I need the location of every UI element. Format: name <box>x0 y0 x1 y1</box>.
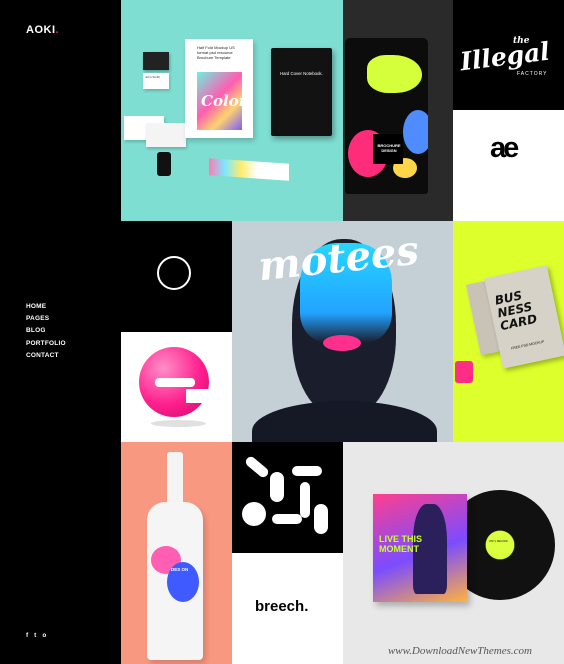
notebook-text: Hard Cover Notebook. <box>280 71 323 76</box>
business-card-white-2 <box>146 123 186 147</box>
ae-logo-text: ae <box>490 132 519 164</box>
tile-ae-logo[interactable]: ae <box>453 110 564 221</box>
pink-e-cut <box>186 389 212 403</box>
instagram-icon[interactable]: o <box>42 632 46 639</box>
business-card-back: John Smith <box>143 73 169 89</box>
tile-brochure-mockup[interactable]: John Smith Half Fold Mockup US format ps… <box>121 0 343 221</box>
brand-name: AOKI <box>26 24 56 36</box>
breech-wordmark: breech. <box>255 598 309 615</box>
business-card-title: BUS NESS CARD <box>493 288 539 334</box>
pattern-pill-6 <box>272 514 302 524</box>
pouch-label-text: BROCHURE DESIGN <box>377 143 401 153</box>
business-card-front <box>143 52 169 70</box>
business-card-name: John Smith <box>145 75 161 79</box>
portfolio-page: AOKI. HOME PAGES BLOG PORTFOLIO CONTACT … <box>0 0 564 664</box>
pattern-pill-2 <box>270 472 284 502</box>
tile-black-pattern[interactable] <box>232 442 343 553</box>
facebook-icon[interactable]: f <box>26 632 28 639</box>
tile-circle-ring[interactable] <box>121 221 232 332</box>
tile-business-card[interactable]: BUS NESS CARD FREE PSD MOCKUP <box>453 221 564 442</box>
nav-item-blog[interactable]: BLOG <box>26 325 66 337</box>
motees-title: motees <box>255 226 421 291</box>
bottle-body: DES ON <box>147 502 203 660</box>
portrait-lips <box>323 335 361 351</box>
portrait-shoulders <box>252 401 437 442</box>
tile-illegal-factory[interactable]: the Illegal FACTORY <box>453 0 564 110</box>
tile-breech[interactable]: breech. <box>232 553 343 664</box>
business-card-sheet: BUS NESS CARD FREE PSD MOCKUP <box>484 265 564 369</box>
illegal-subtitle: FACTORY <box>517 71 548 77</box>
notebook: Hard Cover Notebook. <box>271 48 332 136</box>
pouch-lime-blob <box>367 55 422 93</box>
nav-item-contact[interactable]: CONTACT <box>26 350 66 362</box>
bottle-label: DES ON <box>171 567 189 572</box>
pouch-blue-blob <box>403 110 428 154</box>
tile-pink-e[interactable] <box>121 332 232 442</box>
ring-shape <box>157 256 191 290</box>
pouch: BROCHURE DESIGN <box>345 38 428 194</box>
tile-pouch-mockup[interactable]: BROCHURE DESIGN <box>343 0 453 221</box>
album-cover: LIVE THIS MOMENT <box>373 494 467 602</box>
nav-item-portfolio[interactable]: PORTFOLIO <box>26 338 66 350</box>
tile-vinyl[interactable]: VINYL RECORD LIVE THIS MOMENT www.Downlo… <box>343 442 564 664</box>
watermark: www.DownloadNewThemes.com <box>387 645 532 657</box>
tile-bottle[interactable]: DES ON <box>121 442 232 664</box>
pattern-pill-3 <box>292 466 322 476</box>
pink-e-shadow <box>151 420 206 427</box>
social-links: f t o <box>26 632 46 639</box>
pink-binder-clip <box>455 361 473 383</box>
colour-strip <box>209 158 289 181</box>
vinyl-label-text: VINYL RECORD <box>489 540 508 543</box>
tile-motees-portrait[interactable]: motees <box>232 221 453 442</box>
pouch-label: BROCHURE DESIGN <box>373 134 403 164</box>
business-card-sub: FREE PSD MOCKUP <box>510 339 545 351</box>
pamphlet-text: Half Fold Mockup US format psd resource … <box>197 45 235 60</box>
nav-item-home[interactable]: HOME <box>26 301 66 313</box>
brochure-pamphlet: Half Fold Mockup US format psd resource … <box>185 39 253 138</box>
sidebar: AOKI. HOME PAGES BLOG PORTFOLIO CONTACT … <box>0 0 121 664</box>
pattern-pill-4 <box>300 482 310 518</box>
binder-clip <box>157 152 171 176</box>
pattern-pill-7 <box>314 504 328 534</box>
pamphlet-title: Color <box>201 92 247 110</box>
nav-item-pages[interactable]: PAGES <box>26 313 66 325</box>
main-nav: HOME PAGES BLOG PORTFOLIO CONTACT <box>26 301 66 362</box>
album-cover-text: LIVE THIS MOMENT <box>379 534 423 554</box>
pattern-pill-5 <box>242 502 266 526</box>
twitter-icon[interactable]: t <box>34 632 36 639</box>
brand-dot: . <box>55 24 60 36</box>
pink-e-bar <box>155 378 195 387</box>
brand-logo[interactable]: AOKI. <box>26 24 59 36</box>
pattern-pill-1 <box>243 454 271 480</box>
